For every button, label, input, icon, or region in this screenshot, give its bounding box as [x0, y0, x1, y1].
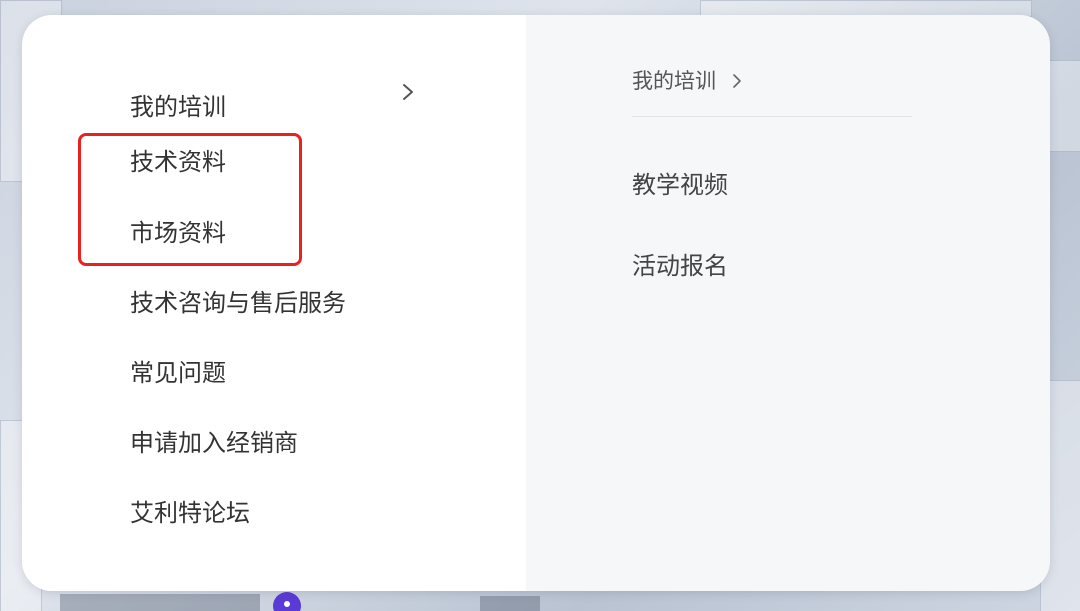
dropdown-menu-panel: 我的培训 技术资料 市场资料 技术咨询与售后服务 常见问题 申请加入经销商 艾利… — [22, 15, 1050, 591]
menu-item-my-training[interactable]: 我的培训 — [130, 91, 226, 123]
submenu-item-event-registration[interactable]: 活动报名 — [632, 250, 728, 282]
pagination-indicator[interactable] — [273, 592, 301, 611]
highlight-box — [78, 133, 302, 266]
chevron-right-icon — [733, 74, 741, 88]
submenu-title: 我的培训 — [632, 69, 716, 93]
menu-item-forum[interactable]: 艾利特论坛 — [130, 497, 250, 529]
submenu-header[interactable]: 我的培训 — [632, 67, 744, 95]
menu-item-faq[interactable]: 常见问题 — [130, 357, 226, 389]
submenu-item-teaching-videos[interactable]: 教学视频 — [632, 169, 728, 201]
background-structure — [480, 596, 540, 611]
divider — [632, 116, 912, 117]
background-structure — [60, 594, 260, 611]
menu-item-tech-support[interactable]: 技术咨询与售后服务 — [130, 287, 346, 319]
main-menu: 我的培训 技术资料 市场资料 技术咨询与售后服务 常见问题 申请加入经销商 艾利… — [22, 15, 526, 591]
background-structure — [1046, 60, 1080, 152]
menu-item-become-dealer[interactable]: 申请加入经销商 — [130, 427, 298, 459]
submenu-panel: 我的培训 教学视频 活动报名 — [526, 15, 1050, 591]
chevron-right-icon[interactable] — [398, 81, 418, 103]
